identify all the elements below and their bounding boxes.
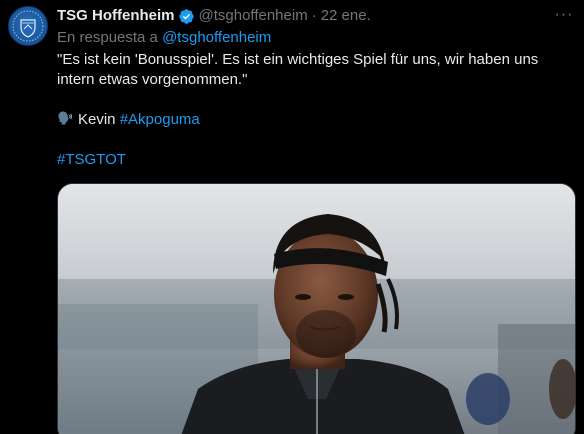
author-name[interactable]: TSG Hoffenheim (57, 6, 175, 26)
reply-context: En respuesta a @tsghoffenheim (57, 28, 574, 48)
hashtag-akpoguma[interactable]: #Akpoguma (120, 111, 200, 128)
author-handle[interactable]: @tsghoffenheim (199, 6, 308, 26)
speaker-name: Kevin (78, 111, 116, 128)
tweet-header: TSG Hoffenheim @tsghoffenheim · 22 ene. (57, 5, 574, 27)
tweet-date[interactable]: 22 ene. (321, 6, 371, 26)
more-options-icon[interactable]: ··· (554, 5, 574, 25)
tweet-text: "Es ist kein 'Bonusspiel'. Es ist ein wi… (57, 50, 562, 170)
club-crest-icon (12, 10, 44, 42)
avatar[interactable] (8, 6, 48, 46)
hashtag-tsgtot[interactable]: #TSGTOT (57, 151, 126, 168)
speaking-head-icon (57, 110, 73, 126)
separator-dot: · (311, 7, 317, 24)
hashtag-line: #TSGTOT (57, 150, 562, 170)
tweet[interactable]: TSG Hoffenheim @tsghoffenheim · 22 ene. … (0, 0, 584, 434)
reply-handle-link[interactable]: @tsghoffenheim (162, 29, 271, 46)
tweet-media-photo[interactable] (57, 183, 576, 434)
quote-text: "Es ist kein 'Bonusspiel'. Es ist ein wi… (57, 51, 539, 88)
verified-badge-icon (178, 8, 195, 25)
tweet-content: TSG Hoffenheim @tsghoffenheim · 22 ene. … (57, 5, 574, 190)
player-photo (58, 184, 575, 434)
speaker-line: Kevin #Akpoguma (57, 110, 562, 130)
reply-prefix: En respuesta a (57, 29, 158, 46)
